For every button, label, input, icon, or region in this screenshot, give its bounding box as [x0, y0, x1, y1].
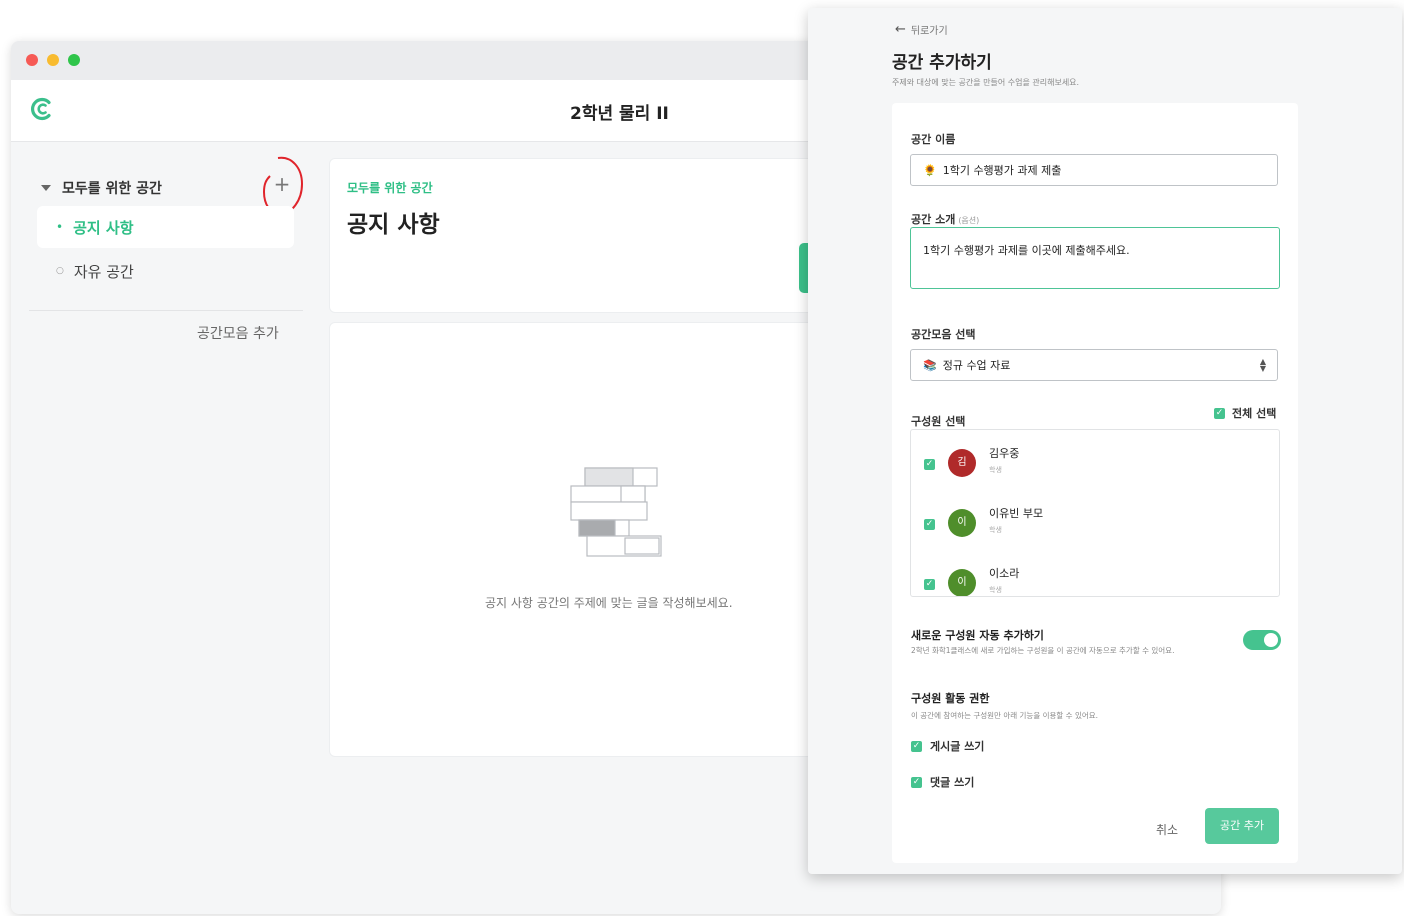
checkbox-checked-icon: ✓ — [1214, 407, 1225, 419]
add-space-button[interactable]: 공간 추가 — [1205, 808, 1279, 844]
sidebar: 모두를 위한 공간 + • 공지 사항 ○ 자유 공간 공간모음 추가 — [11, 142, 313, 442]
close-window-button[interactable] — [26, 54, 38, 66]
select-all-checkbox[interactable]: ✓ 전체 선택 — [1214, 405, 1276, 421]
space-group-label: 모두를 위한 공간 — [62, 181, 162, 197]
add-space-panel: ← 뒤로가기 공간 추가하기 주제와 대상에 맞는 공간을 만들어 수업을 관리… — [808, 8, 1402, 874]
checkbox-checked-icon: ✓ — [911, 776, 922, 788]
member-checkbox[interactable]: ✓ — [924, 459, 935, 470]
sidebar-item-label: 자유 공간 — [73, 262, 134, 281]
bullet-icon: ○ — [56, 266, 64, 276]
member-row[interactable]: ✓ 이 이소라 학생 — [924, 565, 1264, 596]
space-name-input[interactable]: 🌻 1학기 수행평가 과제 제출 — [910, 154, 1278, 186]
class-title: 2학년 물리 II — [570, 104, 669, 124]
permissions-description: 이 공간에 참여하는 구성원만 아래 기능을 이용할 수 있어요. — [911, 711, 1099, 720]
member-role: 학생 — [989, 466, 1002, 474]
space-group-header[interactable]: 모두를 위한 공간 — [41, 178, 162, 198]
sidebar-item-label: 공지 사항 — [73, 218, 134, 237]
maximize-window-button[interactable] — [68, 54, 80, 66]
space-group-breadcrumb[interactable]: 모두를 위한 공간 — [347, 179, 433, 196]
empty-state-text: 공지 사항 공간의 주제에 맞는 글을 작성해보세요. — [485, 596, 733, 610]
select-arrows-icon: ▲ ▼ — [1259, 357, 1266, 373]
minimize-window-button[interactable] — [47, 54, 59, 66]
collection-select-label: 공간모음 선택 — [911, 328, 976, 341]
bullet-icon: • — [56, 220, 64, 234]
books-icon: 📚 — [923, 358, 937, 372]
member-row[interactable]: ✓ 김 김우중 학생 — [924, 445, 1264, 485]
member-row[interactable]: ✓ 이 이유빈 부모 학생 — [924, 505, 1264, 545]
empty-content-card: 공지 사항 공간의 주제에 맞는 글을 작성해보세요. — [329, 322, 891, 757]
space-intro-textarea[interactable]: 1학기 수행평가 과제를 이곳에 제출해주세요. — [910, 227, 1280, 289]
cancel-button[interactable]: 취소 — [1156, 821, 1178, 838]
member-checkbox[interactable]: ✓ — [924, 519, 935, 530]
member-list[interactable]: ✓ 김 김우중 학생 ✓ 이 이유빈 부모 학생 ✓ 이 이소라 학생 — [910, 429, 1280, 597]
back-label: 뒤로가기 — [910, 26, 948, 37]
member-name: 이소라 — [989, 567, 1020, 580]
avatar: 이 — [948, 509, 976, 537]
add-collection-button[interactable]: 공간모음 추가 — [197, 323, 279, 343]
sidebar-item-notice[interactable]: • 공지 사항 — [37, 206, 294, 248]
panel-title: 공간 추가하기 — [892, 53, 992, 73]
auto-add-title: 새로운 구성원 자동 추가하기 — [911, 629, 1044, 642]
empty-state-illustration-icon — [570, 467, 662, 557]
auto-add-toggle[interactable] — [1243, 630, 1281, 650]
space-intro-label: 공간 소개 (옵션) — [911, 211, 979, 227]
app-logo-icon[interactable] — [29, 96, 55, 122]
avatar: 김 — [948, 449, 976, 477]
space-name-label: 공간 이름 — [911, 133, 956, 146]
member-select-label: 구성원 선택 — [911, 415, 966, 428]
permission-write-comment-checkbox[interactable]: ✓ 댓글 쓰기 — [911, 774, 974, 790]
select-all-label: 전체 선택 — [1232, 407, 1277, 420]
sidebar-divider — [29, 310, 303, 311]
collection-select-value: 정규 수업 자료 — [942, 359, 1011, 372]
member-role: 학생 — [989, 526, 1002, 534]
caret-down-icon — [41, 185, 51, 191]
page-title: 공지 사항 — [347, 212, 440, 238]
member-name: 이유빈 부모 — [989, 507, 1044, 520]
permission-label: 게시글 쓰기 — [930, 740, 985, 753]
add-space-form: 공간 이름 🌻 1학기 수행평가 과제 제출 공간 소개 (옵션) 1학기 수행평… — [892, 103, 1298, 863]
space-intro-value: 1학기 수행평가 과제를 이곳에 제출해주세요. — [923, 244, 1130, 257]
sidebar-item-free-space[interactable]: ○ 자유 공간 — [37, 250, 294, 292]
arrow-left-icon: ← — [895, 22, 906, 37]
avatar: 이 — [948, 569, 976, 596]
checkbox-checked-icon: ✓ — [911, 740, 922, 752]
back-link[interactable]: ← 뒤로가기 — [895, 22, 948, 37]
auto-add-description: 2학년 화학1클래스에 새로 가입하는 구성원을 이 공간에 자동으로 추가할 … — [911, 646, 1175, 655]
member-role: 학생 — [989, 586, 1002, 594]
collection-select[interactable]: 📚 정규 수업 자료 ▲ ▼ — [910, 349, 1278, 381]
space-name-value: 1학기 수행평가 과제 제출 — [942, 164, 1062, 177]
toggle-knob — [1264, 633, 1278, 647]
permission-write-post-checkbox[interactable]: ✓ 게시글 쓰기 — [911, 738, 984, 754]
add-space-icon[interactable]: + — [273, 174, 291, 194]
permission-label: 댓글 쓰기 — [930, 776, 975, 789]
space-intro-label-text: 공간 소개 — [911, 213, 956, 226]
optional-tag: (옵션) — [958, 216, 980, 225]
permissions-title: 구성원 활동 권한 — [911, 692, 990, 705]
sunflower-icon: 🌻 — [923, 163, 937, 177]
panel-description: 주제와 대상에 맞는 공간을 만들어 수업을 관리해보세요. — [892, 78, 1080, 87]
member-checkbox[interactable]: ✓ — [924, 579, 935, 590]
member-name: 김우중 — [989, 447, 1020, 460]
